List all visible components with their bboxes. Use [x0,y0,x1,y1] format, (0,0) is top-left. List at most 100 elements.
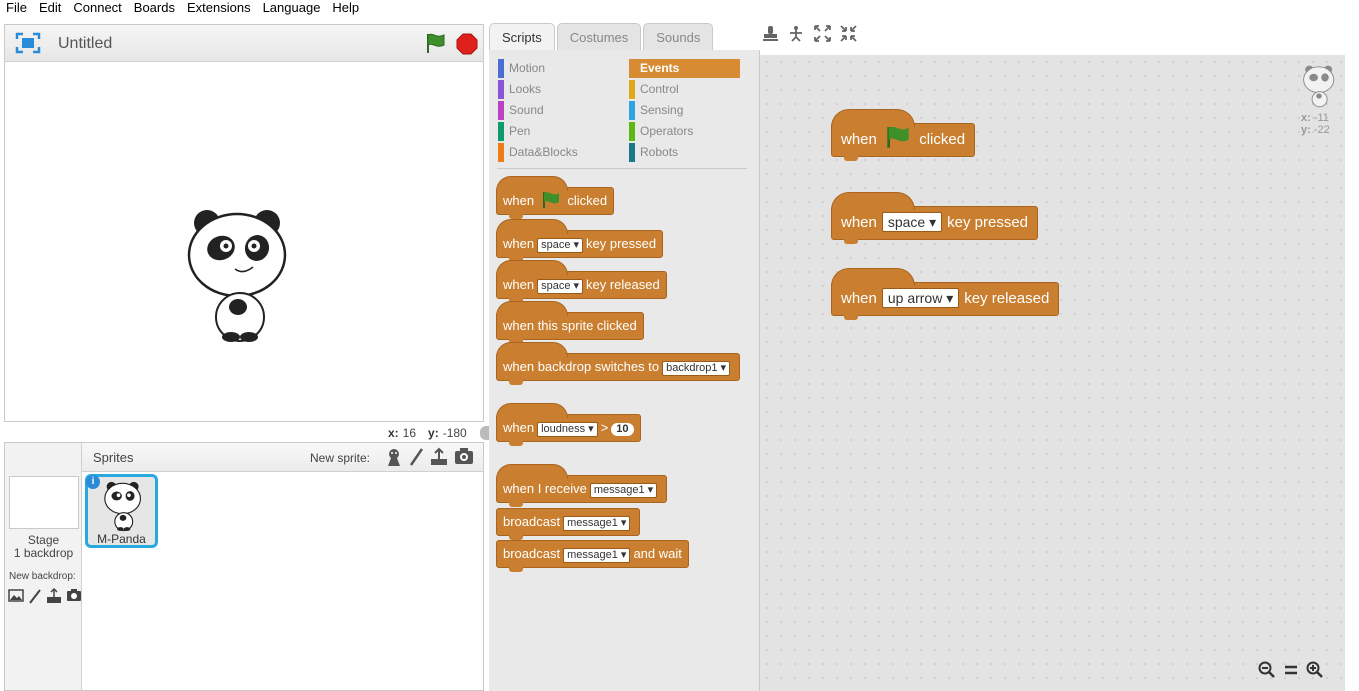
block-text: key pressed [947,214,1029,231]
stage-thumbnail[interactable] [9,476,79,529]
camera-backdrop-icon[interactable] [66,588,82,602]
sensor-dropdown[interactable]: loudness [537,422,598,437]
menu-extensions[interactable]: Extensions [181,0,257,16]
category-sensing[interactable]: Sensing [629,101,740,120]
shrink-icon[interactable] [840,25,857,42]
project-title[interactable]: Untitled [58,35,112,53]
script-when-flag-clicked[interactable]: when clicked [831,109,976,161]
menu-connect[interactable]: Connect [67,0,127,16]
category-looks[interactable]: Looks [498,80,609,99]
editor-tabs: Scripts Costumes Sounds [489,23,715,51]
sprite-info-icon[interactable]: i [86,475,100,489]
block-text: key released [964,290,1050,307]
upload-backdrop-icon[interactable] [46,588,62,604]
panda-sprite[interactable] [183,205,293,345]
block-when-i-receive[interactable]: when I receive message1 [496,464,668,507]
category-label: Data&Blocks [509,145,578,159]
green-flag-icon [542,192,559,208]
number-input[interactable]: 10 [611,423,634,436]
upload-sprite-icon[interactable] [429,447,449,467]
y-value: -22 [1313,124,1330,136]
block-when-loudness[interactable]: whenloudness>10 [496,403,641,446]
paint-backdrop-icon[interactable] [28,588,42,604]
block-text: broadcast [503,546,561,561]
category-data-blocks[interactable]: Data&Blocks [498,143,609,162]
sprite-library-icon[interactable] [385,447,403,467]
new-sprite-icons [385,447,474,467]
category-operators[interactable]: Operators [629,122,740,141]
block-when-backdrop-switches[interactable]: when backdrop switches to backdrop1 [496,342,741,385]
key-dropdown[interactable]: space [537,279,584,294]
category-motion[interactable]: Motion [498,59,609,78]
block-when-sprite-clicked[interactable]: when this sprite clicked [496,301,644,344]
fullscreen-icon[interactable] [15,32,41,54]
new-sprite-label: New sprite: [310,451,371,465]
block-text: when this sprite clicked [503,318,637,333]
window-edge [1345,50,1359,691]
green-flag-icon[interactable] [424,32,446,54]
block-text: when [503,236,535,251]
key-dropdown[interactable]: up arrow [881,288,960,308]
block-palette: Motion Looks Sound Pen Data&Blocks Event… [489,50,760,691]
y-label: y: [1301,124,1311,136]
script-when-up-arrow-released[interactable]: whenup arrowkey released [831,268,1060,320]
tab-scripts[interactable]: Scripts [489,23,555,51]
category-events[interactable]: Events [629,59,740,78]
current-sprite-icon [1303,65,1335,108]
stage-backdrop-count: 1 backdrop [13,546,74,560]
backdrop-library-icon[interactable] [8,588,24,602]
category-label: Looks [509,82,542,96]
app-window: { "menu": ["File", "Edit", "Connect", "B… [0,0,1359,691]
block-when-key-pressed[interactable]: whenspacekey pressed [496,219,664,262]
backdrop-dropdown[interactable]: backdrop1 [662,361,731,376]
category-pen[interactable]: Pen [498,122,609,141]
script-when-space-pressed[interactable]: whenspacekey pressed [831,192,1039,244]
category-label: Pen [509,124,531,138]
block-text: and wait [633,546,682,561]
zoom-reset-icon[interactable] [1282,661,1300,679]
x-value: -11 [1313,112,1329,124]
sprites-header: Sprites New sprite: [82,443,483,472]
block-when-key-released[interactable]: whenspacekey released [496,260,667,303]
sprite-library: Stage 1 backdrop New backdrop: Sprites N… [4,442,484,691]
x-label: x: [1301,112,1311,124]
block-text: when [503,277,535,292]
stage-canvas[interactable] [5,62,483,421]
block-when-flag-clicked[interactable]: when clicked [496,176,615,219]
duplicate-stamp-icon[interactable] [762,25,779,42]
message-dropdown[interactable]: message1 [563,516,631,531]
menu-edit[interactable]: Edit [33,0,67,16]
tab-sounds[interactable]: Sounds [643,23,714,51]
delete-scissors-icon[interactable] [788,25,805,42]
paint-sprite-icon[interactable] [408,447,424,467]
category-control[interactable]: Control [629,80,740,99]
zoom-out-icon[interactable] [1258,661,1276,679]
message-dropdown[interactable]: message1 [589,483,658,498]
category-robots[interactable]: Robots [629,143,740,162]
grow-icon[interactable] [814,25,831,42]
x-label: x: [388,426,399,440]
sprite-tile-m-panda[interactable]: i M-Panda [85,474,158,548]
block-text: when I receive [503,481,587,496]
cursor-tools [762,25,857,42]
stage-mouse-coords: x: 16 y: -180 [388,426,467,440]
key-dropdown[interactable]: space [537,238,584,253]
category-label: Motion [509,61,546,75]
stage-panel: Untitled [4,24,484,422]
key-dropdown[interactable]: space [881,212,943,232]
menu-file[interactable]: File [0,0,33,16]
block-broadcast[interactable]: broadcast message1 [496,508,641,540]
tab-costumes[interactable]: Costumes [556,23,642,51]
message-dropdown[interactable]: message1 [563,548,631,563]
block-broadcast-and-wait[interactable]: broadcastmessage1and wait [496,540,689,572]
new-backdrop-label: New backdrop: [9,571,76,582]
zoom-in-icon[interactable] [1306,661,1324,679]
menu-bar: File Edit Connect Boards Extensions Lang… [0,0,1359,16]
menu-boards[interactable]: Boards [128,0,181,16]
sprites-title: Sprites [93,450,134,465]
menu-language[interactable]: Language [257,0,327,16]
category-sound[interactable]: Sound [498,101,609,120]
camera-sprite-icon[interactable] [454,447,474,465]
menu-help[interactable]: Help [326,0,365,16]
stop-icon[interactable] [456,33,478,55]
